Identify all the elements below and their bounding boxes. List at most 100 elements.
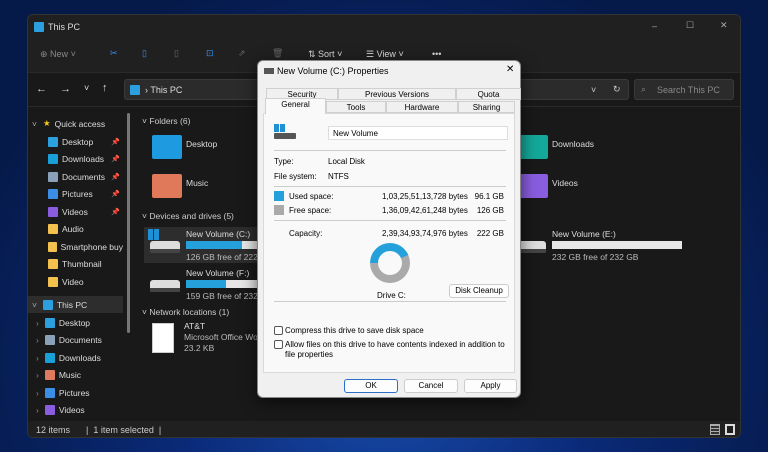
volume-name-input[interactable]: New Volume — [328, 126, 508, 140]
address-dropdown-icon[interactable]: ˅ — [591, 85, 596, 95]
minimize-button[interactable]: – — [652, 21, 657, 31]
used-gb: 96.1 GB — [474, 192, 504, 201]
sidebar-item[interactable]: Downloads 📌 — [48, 151, 123, 168]
sidebar-item[interactable]: Audio — [48, 221, 123, 238]
sidebar-item-label: Downloads — [58, 352, 101, 363]
sidebar-item-label: Video — [62, 276, 84, 287]
sidebar-item[interactable]: › Documents — [36, 332, 123, 349]
network-item[interactable]: AT&T Microsoft Office Wo 23.2 KB — [152, 321, 272, 361]
this-pc-icon — [34, 22, 44, 32]
chevron-right-icon[interactable]: › — [36, 335, 39, 345]
compress-checkbox[interactable] — [274, 326, 283, 335]
sidebar-quick-access[interactable]: ˅ ★ Quick access — [32, 115, 127, 132]
type-value: Local Disk — [328, 157, 365, 166]
disk-cleanup-button[interactable]: Disk Cleanup — [449, 284, 509, 298]
tab-sharing[interactable]: Sharing — [458, 101, 515, 113]
folder-item[interactable]: Videos — [518, 172, 648, 204]
refresh-icon[interactable]: ↻ — [613, 84, 621, 95]
close-button[interactable]: ✕ — [720, 20, 728, 31]
tiles-view-icon[interactable] — [725, 424, 735, 435]
sidebar-item[interactable]: Pictures 📌 — [48, 186, 123, 203]
folder-icon — [44, 335, 55, 345]
sidebar-item-label: Music — [58, 370, 82, 380]
sidebar-item[interactable]: › Downloads — [36, 349, 123, 366]
new-button[interactable]: ⊕ New ˅ — [40, 49, 76, 60]
tab-previous-versions[interactable]: Previous Versions — [338, 88, 456, 100]
index-checkbox[interactable] — [274, 340, 283, 349]
tab-quota[interactable]: Quota — [456, 88, 521, 100]
sidebar-item[interactable]: Videos 📌 — [48, 203, 123, 220]
tab-tools[interactable]: Tools — [326, 101, 386, 113]
fs-value: NTFS — [328, 172, 349, 181]
folders-section-header[interactable]: ˅ Folders (6) — [142, 116, 190, 126]
pin-icon: 📌 — [111, 156, 120, 163]
folder-icon — [518, 174, 548, 198]
sidebar-item[interactable]: › Desktop — [36, 314, 123, 331]
drives-section-header[interactable]: ˅ Devices and drives (5) — [142, 211, 234, 221]
fs-label: File system: — [274, 172, 317, 181]
drive-usage-fill — [186, 241, 242, 249]
sidebar-scrollbar[interactable] — [127, 113, 130, 333]
paste-icon[interactable]: ▯ — [174, 48, 179, 59]
sidebar-item[interactable]: Thumbnail — [48, 256, 123, 273]
folder-icon — [48, 259, 58, 269]
copy-icon[interactable]: ▯ — [142, 48, 147, 59]
delete-icon[interactable]: 🗑 — [272, 48, 283, 59]
sidebar-item-label: Downloads — [62, 154, 105, 164]
sidebar-item[interactable]: › Videos — [36, 402, 123, 419]
chevron-right-icon[interactable]: › — [36, 388, 39, 398]
sidebar-item-label: Documents — [62, 171, 105, 182]
cancel-button[interactable]: Cancel — [404, 379, 458, 393]
drive-icon — [264, 68, 274, 74]
details-view-icon[interactable] — [710, 424, 720, 435]
network-section-header[interactable]: ˅ Network locations (1) — [142, 307, 229, 317]
share-icon[interactable]: ⇗ — [238, 48, 246, 59]
sidebar-this-pc[interactable]: ˅ This PC — [32, 296, 127, 313]
breadcrumb-this-pc[interactable]: This PC — [150, 85, 182, 95]
sidebar-item-label: Pictures — [62, 189, 93, 199]
forward-icon[interactable]: → — [60, 83, 71, 95]
document-icon — [152, 323, 174, 353]
search-placeholder: Search This PC — [657, 85, 720, 95]
sidebar-item-label: Thumbnail — [62, 259, 102, 269]
sidebar-item[interactable]: Video — [48, 273, 123, 290]
dialog-title: New Volume (C:) Properties — [277, 66, 389, 76]
rename-icon[interactable]: ⊡ — [206, 48, 214, 59]
search-input[interactable]: ⌕ Search This PC — [634, 79, 734, 100]
folder-icon — [48, 171, 58, 182]
sidebar-item[interactable]: Documents 📌 — [48, 168, 123, 185]
ok-button[interactable]: OK — [344, 379, 398, 393]
folder-icon — [48, 206, 58, 217]
sort-button[interactable]: ⇅ Sort ˅ — [308, 49, 342, 60]
view-button[interactable]: ☰ View ˅ — [366, 49, 404, 60]
sidebar-item[interactable]: Smartphone buy — [48, 238, 123, 255]
maximize-button[interactable]: ☐ — [686, 20, 694, 31]
sidebar-item-label: Videos — [62, 206, 88, 217]
dialog-close-button[interactable]: ✕ — [506, 64, 514, 75]
sidebar-item[interactable]: › Pictures — [36, 384, 123, 401]
folder-icon — [152, 174, 182, 198]
type-label: Type: — [274, 157, 294, 166]
more-button[interactable]: ••• — [432, 49, 441, 59]
capacity-bytes: 2,39,34,93,74,976 bytes — [382, 229, 468, 238]
chevron-right-icon[interactable]: › — [36, 318, 39, 328]
section-label: Folders (6) — [149, 116, 191, 126]
recent-chevron-icon[interactable]: ˅ — [84, 83, 89, 93]
folder-icon — [48, 189, 58, 199]
sidebar-item[interactable]: › Music — [36, 367, 123, 384]
chevron-right-icon[interactable]: › — [36, 405, 39, 415]
apply-button[interactable]: Apply — [464, 379, 517, 393]
chevron-right-icon[interactable]: › — [36, 353, 39, 363]
tab-hardware[interactable]: Hardware — [386, 101, 458, 113]
up-icon[interactable]: ↑ — [102, 82, 108, 94]
folder-item[interactable]: Downloads — [518, 133, 648, 165]
drive-item[interactable]: New Volume (E:) 232 GB free of 232 GB — [514, 229, 734, 263]
pin-icon: 📌 — [111, 208, 120, 216]
back-icon[interactable]: ← — [36, 83, 47, 95]
navigation-pane: ˅ ★ Quick access Desktop 📌 Downloads 📌 Documen… — [28, 107, 131, 421]
sidebar-item[interactable]: Desktop 📌 — [48, 133, 123, 150]
tab-general[interactable]: General — [265, 98, 326, 114]
cut-icon[interactable]: ✂ — [110, 48, 118, 59]
chevron-right-icon[interactable]: › — [36, 370, 39, 380]
compress-label: Compress this drive to save disk space — [285, 326, 424, 335]
